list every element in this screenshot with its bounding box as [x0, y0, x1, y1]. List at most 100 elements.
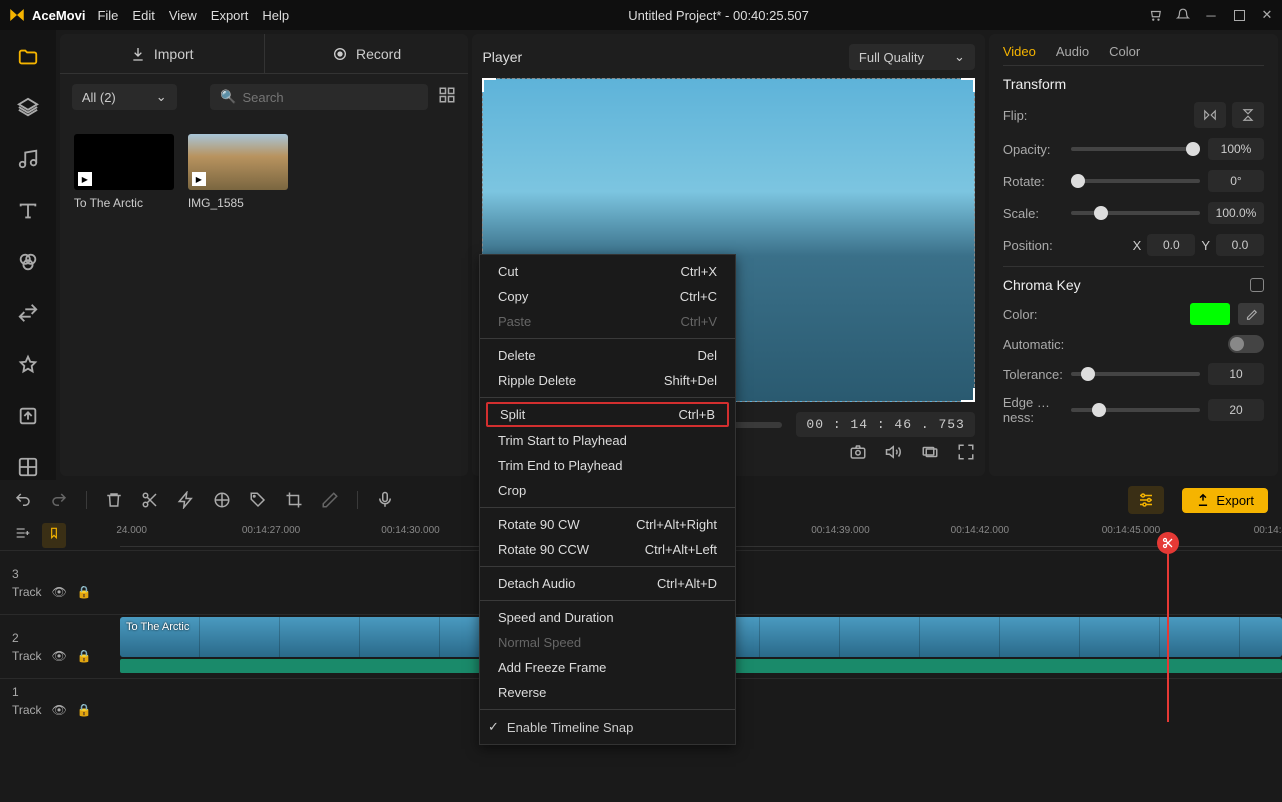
- edge-value[interactable]: 20: [1208, 399, 1264, 421]
- eye-icon[interactable]: 👁: [52, 585, 67, 599]
- props-tab-video[interactable]: Video: [1003, 44, 1036, 59]
- rail-elements-icon[interactable]: [14, 352, 42, 377]
- undo-icon[interactable]: [14, 491, 32, 509]
- rotate-value[interactable]: 0°: [1208, 170, 1264, 192]
- quality-dropdown[interactable]: Full Quality ⌄: [849, 44, 975, 70]
- tolerance-slider[interactable]: [1071, 372, 1200, 376]
- eye-icon[interactable]: 👁: [52, 649, 67, 663]
- lock-icon[interactable]: 🔒: [77, 585, 92, 599]
- context-menu-item[interactable]: ✓Enable Timeline Snap: [480, 714, 735, 740]
- props-tab-color[interactable]: Color: [1109, 44, 1140, 59]
- lock-icon[interactable]: 🔒: [77, 649, 92, 663]
- cart-icon[interactable]: [1148, 8, 1162, 22]
- rotate-slider[interactable]: [1071, 179, 1200, 183]
- player-timecode: 00 : 14 : 46 . 753: [796, 412, 974, 437]
- grid-view-icon[interactable]: [438, 86, 456, 109]
- rail-transitions-icon[interactable]: [14, 301, 42, 326]
- maximize-icon[interactable]: [1232, 8, 1246, 22]
- lock-icon[interactable]: 🔒: [77, 703, 92, 717]
- chevron-down-icon: ⌄: [156, 89, 167, 105]
- play-icon: ▶: [192, 172, 206, 186]
- marker-icon[interactable]: [42, 523, 66, 548]
- context-menu-item[interactable]: CopyCtrl+C: [480, 284, 735, 309]
- menu-view[interactable]: View: [169, 8, 197, 23]
- track-options-icon[interactable]: [14, 525, 30, 546]
- menu-edit[interactable]: Edit: [132, 8, 154, 23]
- track-number: 1: [12, 685, 108, 699]
- rail-layers-icon[interactable]: [14, 95, 42, 120]
- eye-icon[interactable]: 👁: [52, 703, 67, 717]
- context-menu-item[interactable]: CutCtrl+X: [480, 259, 735, 284]
- context-menu-item[interactable]: Speed and Duration: [480, 605, 735, 630]
- rail-text-icon[interactable]: [14, 198, 42, 223]
- context-menu-item[interactable]: Trim End to Playhead: [480, 453, 735, 478]
- delete-icon[interactable]: [105, 491, 123, 509]
- eyedropper-icon[interactable]: [1238, 303, 1264, 325]
- pos-x-value[interactable]: 0.0: [1147, 234, 1195, 256]
- record-tab[interactable]: Record: [265, 34, 469, 74]
- chroma-color-swatch[interactable]: [1190, 303, 1230, 325]
- color-icon[interactable]: [213, 491, 231, 509]
- timeline-settings-button[interactable]: [1128, 486, 1164, 514]
- rail-filters-icon[interactable]: [14, 249, 42, 274]
- edit-icon[interactable]: [321, 491, 339, 509]
- rail-audio-icon[interactable]: [14, 147, 42, 172]
- bell-icon[interactable]: [1176, 8, 1190, 22]
- media-item[interactable]: ▶ IMG_1585: [188, 134, 288, 210]
- tolerance-value[interactable]: 10: [1208, 363, 1264, 385]
- tag-icon[interactable]: [249, 491, 267, 509]
- menu-file[interactable]: File: [97, 8, 118, 23]
- chroma-enable-checkbox[interactable]: [1250, 278, 1264, 292]
- search-input[interactable]: [242, 90, 418, 105]
- edge-slider[interactable]: [1071, 408, 1200, 412]
- rail-split-view-icon[interactable]: [14, 455, 42, 480]
- redo-icon[interactable]: [50, 491, 68, 509]
- crop-icon[interactable]: [285, 491, 303, 509]
- opacity-slider[interactable]: [1071, 147, 1200, 151]
- rail-media-icon[interactable]: [14, 44, 42, 69]
- speed-icon[interactable]: [177, 491, 195, 509]
- media-item[interactable]: ▶ To The Arctic: [74, 134, 174, 210]
- snapshot-icon[interactable]: [849, 443, 867, 466]
- fullscreen-icon[interactable]: [957, 443, 975, 466]
- context-menu-item[interactable]: Crop: [480, 478, 735, 503]
- flip-horizontal-button[interactable]: [1194, 102, 1226, 128]
- context-menu-item[interactable]: Ripple DeleteShift+Del: [480, 368, 735, 393]
- context-menu-item[interactable]: SplitCtrl+B: [486, 402, 729, 427]
- close-icon[interactable]: ✕: [1260, 8, 1274, 22]
- main-menu: File Edit View Export Help: [97, 8, 289, 23]
- mic-icon[interactable]: [376, 491, 394, 509]
- minimize-icon[interactable]: ─: [1204, 8, 1218, 22]
- playhead[interactable]: [1167, 550, 1169, 722]
- context-menu-item[interactable]: Rotate 90 CWCtrl+Alt+Right: [480, 512, 735, 537]
- rail-export-box-icon[interactable]: [14, 403, 42, 428]
- import-tab[interactable]: Import: [60, 34, 265, 74]
- split-icon[interactable]: [141, 491, 159, 509]
- context-menu-item[interactable]: DeleteDel: [480, 343, 735, 368]
- auto-toggle[interactable]: [1228, 335, 1264, 353]
- export-button[interactable]: Export: [1182, 488, 1268, 513]
- menu-help[interactable]: Help: [262, 8, 289, 23]
- context-menu-item[interactable]: Reverse: [480, 680, 735, 705]
- play-icon: ▶: [78, 172, 92, 186]
- playhead-scissors-icon[interactable]: [1157, 532, 1179, 554]
- context-menu-item[interactable]: Rotate 90 CCWCtrl+Alt+Left: [480, 537, 735, 562]
- scale-slider[interactable]: [1071, 211, 1200, 215]
- context-menu-item[interactable]: Trim Start to Playhead: [480, 428, 735, 453]
- track-label: Track: [12, 585, 42, 599]
- opacity-value[interactable]: 100%: [1208, 138, 1264, 160]
- display-icon[interactable]: [921, 443, 939, 466]
- scale-value[interactable]: 100.0%: [1208, 202, 1264, 224]
- flip-vertical-button[interactable]: [1232, 102, 1264, 128]
- volume-icon[interactable]: [885, 443, 903, 466]
- props-tab-audio[interactable]: Audio: [1056, 44, 1089, 59]
- menu-export[interactable]: Export: [211, 8, 249, 23]
- context-menu-item[interactable]: Add Freeze Frame: [480, 655, 735, 680]
- pos-y-value[interactable]: 0.0: [1216, 234, 1264, 256]
- media-search[interactable]: 🔍: [210, 84, 428, 110]
- clip-label: To The Arctic: [126, 621, 189, 633]
- media-filter-dropdown[interactable]: All (2) ⌄: [72, 84, 177, 110]
- ruler-mark: 24.000: [116, 525, 147, 536]
- context-menu-item[interactable]: Detach AudioCtrl+Alt+D: [480, 571, 735, 596]
- chevron-down-icon: ⌄: [954, 49, 965, 65]
